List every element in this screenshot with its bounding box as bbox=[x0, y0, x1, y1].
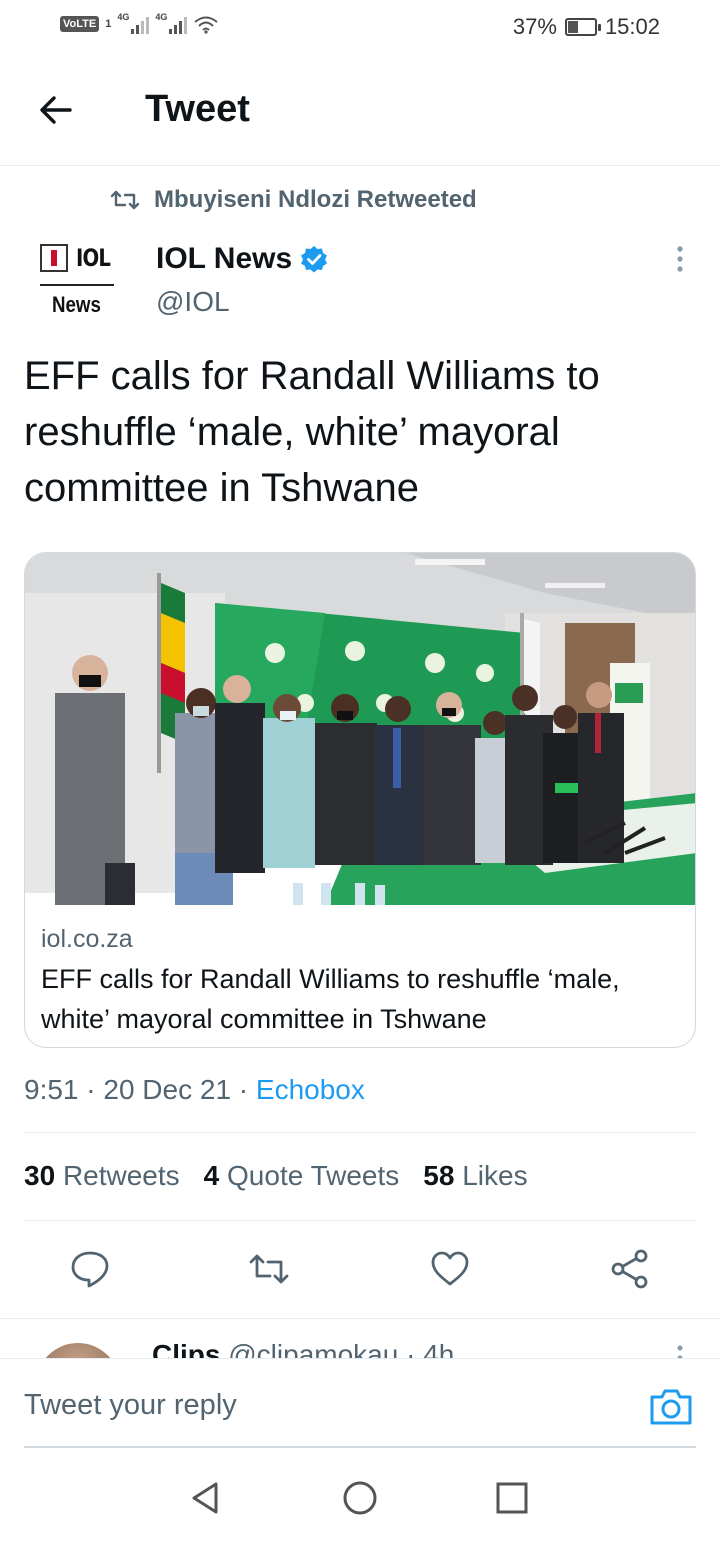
quote-tweets-label: Quote Tweets bbox=[227, 1160, 400, 1191]
retweets-stat[interactable]: 30 Retweets bbox=[24, 1160, 180, 1192]
iol-flag-icon bbox=[40, 244, 68, 272]
verified-badge-icon bbox=[301, 246, 328, 273]
tweet-timestamp: 9:51 · 20 Dec 21 · bbox=[24, 1074, 256, 1105]
retweets-label: Retweets bbox=[62, 1160, 180, 1191]
top-app-bar: Tweet bbox=[0, 56, 720, 166]
card-title: EFF calls for Randall Williams to reshuf… bbox=[41, 964, 620, 1034]
reply-avatar[interactable] bbox=[36, 1343, 120, 1358]
quote-tweets-stat[interactable]: 4 Quote Tweets bbox=[204, 1160, 400, 1192]
author-name-row[interactable]: IOL News bbox=[156, 242, 328, 276]
status-right: 37% 15:02 bbox=[513, 14, 660, 40]
signal-strength-icon: 4G bbox=[117, 12, 150, 34]
reply-preview[interactable]: Clips @clipamokau · 4h bbox=[0, 1318, 720, 1358]
network-type-label-2: 4G bbox=[155, 12, 168, 22]
network-type-label: 4G bbox=[117, 12, 130, 22]
battery-icon bbox=[564, 18, 601, 36]
tweet-meta: 9:51 · 20 Dec 21 · Echobox bbox=[24, 1074, 365, 1106]
system-nav-bar bbox=[0, 1460, 720, 1541]
tweet-source-link[interactable]: Echobox bbox=[256, 1074, 365, 1105]
nav-home-icon[interactable] bbox=[340, 1478, 380, 1518]
engagement-stats: 30 Retweets 4 Quote Tweets 58 Likes bbox=[24, 1160, 528, 1192]
sim-indicator: 1 bbox=[105, 18, 112, 30]
retweet-context[interactable]: Mbuyiseni Ndlozi Retweeted bbox=[110, 186, 477, 214]
author-handle[interactable]: @IOL bbox=[156, 286, 230, 318]
link-card[interactable]: iol.co.za EFF calls for Randall Williams… bbox=[24, 552, 696, 1048]
arrow-left-icon[interactable] bbox=[36, 90, 76, 130]
retweet-context-label: Mbuyiseni Ndlozi Retweeted bbox=[154, 186, 477, 213]
likes-stat[interactable]: 58 Likes bbox=[423, 1160, 527, 1192]
clock: 15:02 bbox=[604, 14, 660, 39]
nav-back-icon[interactable] bbox=[186, 1478, 226, 1518]
like-icon[interactable] bbox=[429, 1248, 471, 1290]
card-image[interactable] bbox=[25, 553, 696, 905]
reply-composer: Tweet your reply bbox=[0, 1358, 720, 1448]
reply-author-handle: @clipamokau · 4h bbox=[228, 1339, 455, 1358]
likes-count: 58 bbox=[423, 1160, 455, 1191]
reply-input-underline bbox=[24, 1446, 696, 1448]
avatar-logo: IOL bbox=[40, 244, 118, 272]
reply-more-options-icon[interactable] bbox=[676, 1343, 684, 1358]
reply-input[interactable]: Tweet your reply bbox=[24, 1389, 237, 1422]
share-icon[interactable] bbox=[609, 1248, 651, 1290]
avatar-text-top: IOL bbox=[76, 244, 111, 272]
retweets-count: 30 bbox=[24, 1160, 56, 1191]
battery-percent: 37% bbox=[512, 14, 557, 39]
nav-recents-icon[interactable] bbox=[492, 1478, 532, 1518]
battery-fill bbox=[567, 21, 579, 33]
status-left: VoLTE 1 4G 4G bbox=[60, 12, 219, 34]
volte-badge: VoLTE bbox=[60, 16, 100, 32]
avatar-rule bbox=[40, 284, 114, 286]
quote-tweets-count: 4 bbox=[203, 1160, 220, 1191]
reply-author: Clips @clipamokau · 4h bbox=[152, 1339, 454, 1358]
avatar[interactable]: IOL News bbox=[24, 238, 132, 324]
camera-icon[interactable] bbox=[648, 1387, 694, 1427]
divider bbox=[24, 1220, 696, 1221]
page-title: Tweet bbox=[145, 88, 250, 130]
card-domain: iol.co.za bbox=[41, 925, 133, 953]
author-name: IOL News bbox=[156, 242, 293, 275]
likes-label: Likes bbox=[462, 1160, 528, 1191]
more-options-icon[interactable] bbox=[670, 244, 690, 274]
divider bbox=[24, 1132, 696, 1133]
reply-author-name: Clips bbox=[152, 1339, 221, 1358]
retweet-icon bbox=[110, 190, 140, 210]
status-bar: VoLTE 1 4G 4G 37% 15:02 bbox=[0, 0, 720, 52]
avatar-text-bottom: News bbox=[52, 292, 101, 317]
retweet-action-icon[interactable] bbox=[248, 1248, 290, 1290]
tweet-text: EFF calls for Randall Williams to reshuf… bbox=[24, 354, 600, 510]
reply-icon[interactable] bbox=[69, 1248, 111, 1290]
wifi-icon bbox=[194, 16, 218, 34]
signal-strength-icon-2: 4G bbox=[155, 12, 188, 34]
